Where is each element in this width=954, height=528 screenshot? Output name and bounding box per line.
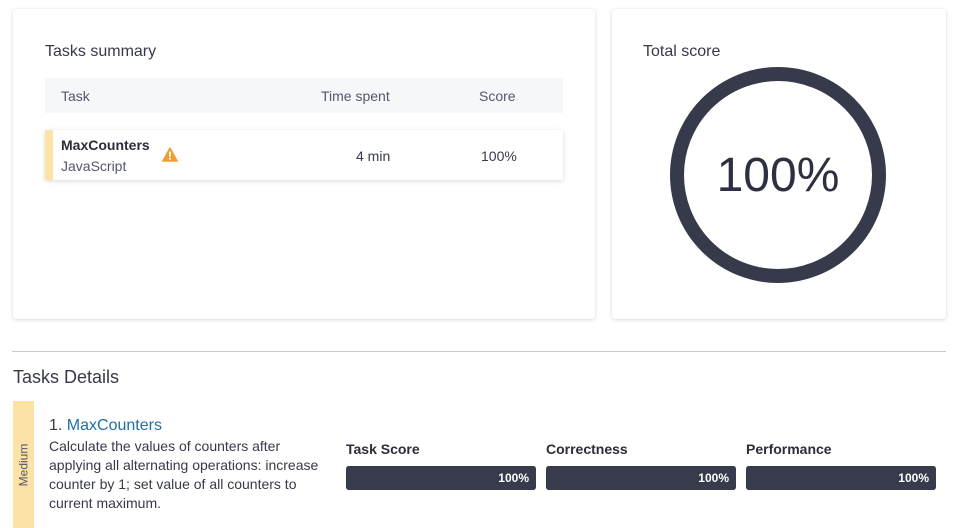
metric-correctness: Correctness 100% bbox=[546, 441, 736, 490]
metric-bar: 100% bbox=[346, 466, 536, 490]
warning-triangle-icon[interactable] bbox=[162, 147, 178, 162]
task-name: MaxCounters bbox=[61, 137, 150, 153]
tasks-summary-title: Tasks summary bbox=[45, 43, 157, 60]
metric-task-score: Task Score 100% bbox=[346, 441, 536, 490]
section-divider bbox=[12, 351, 946, 352]
task-number: 1. bbox=[49, 417, 63, 434]
task-score: 100% bbox=[481, 148, 517, 164]
total-score-title: Total score bbox=[643, 43, 721, 60]
metric-bar: 100% bbox=[746, 466, 936, 490]
total-score-card: Total score 100% bbox=[612, 9, 946, 319]
total-score-value: 100% bbox=[716, 148, 840, 202]
difficulty-accent bbox=[45, 130, 53, 180]
summary-table-header: Task Time spent Score bbox=[45, 78, 563, 113]
metric-label: Correctness bbox=[546, 441, 628, 457]
metric-value: 100% bbox=[898, 471, 929, 485]
task-description: Calculate the values of counters after a… bbox=[49, 438, 319, 511]
column-header-time-spent: Time spent bbox=[321, 88, 390, 104]
tasks-details-title: Tasks Details bbox=[13, 367, 120, 387]
metric-label: Performance bbox=[746, 441, 832, 457]
column-header-score: Score bbox=[479, 88, 516, 104]
table-row[interactable]: MaxCounters JavaScript 4 min 100% bbox=[45, 130, 563, 180]
metric-value: 100% bbox=[698, 471, 729, 485]
difficulty-label: Medium bbox=[13, 401, 34, 528]
metric-bar: 100% bbox=[546, 466, 736, 490]
tasks-summary-card: Tasks summary Task Time spent Score MaxC… bbox=[13, 9, 595, 319]
column-header-task: Task bbox=[61, 88, 90, 104]
task-time-spent: 4 min bbox=[356, 148, 391, 164]
metric-value: 100% bbox=[498, 471, 529, 485]
task-heading: 1. MaxCounters bbox=[49, 417, 162, 435]
metric-performance: Performance 100% bbox=[746, 441, 936, 490]
metric-label: Task Score bbox=[346, 441, 420, 457]
difficulty-text: Medium bbox=[16, 443, 31, 486]
task-language: JavaScript bbox=[61, 158, 127, 174]
task-name-link[interactable]: MaxCounters bbox=[67, 417, 162, 434]
